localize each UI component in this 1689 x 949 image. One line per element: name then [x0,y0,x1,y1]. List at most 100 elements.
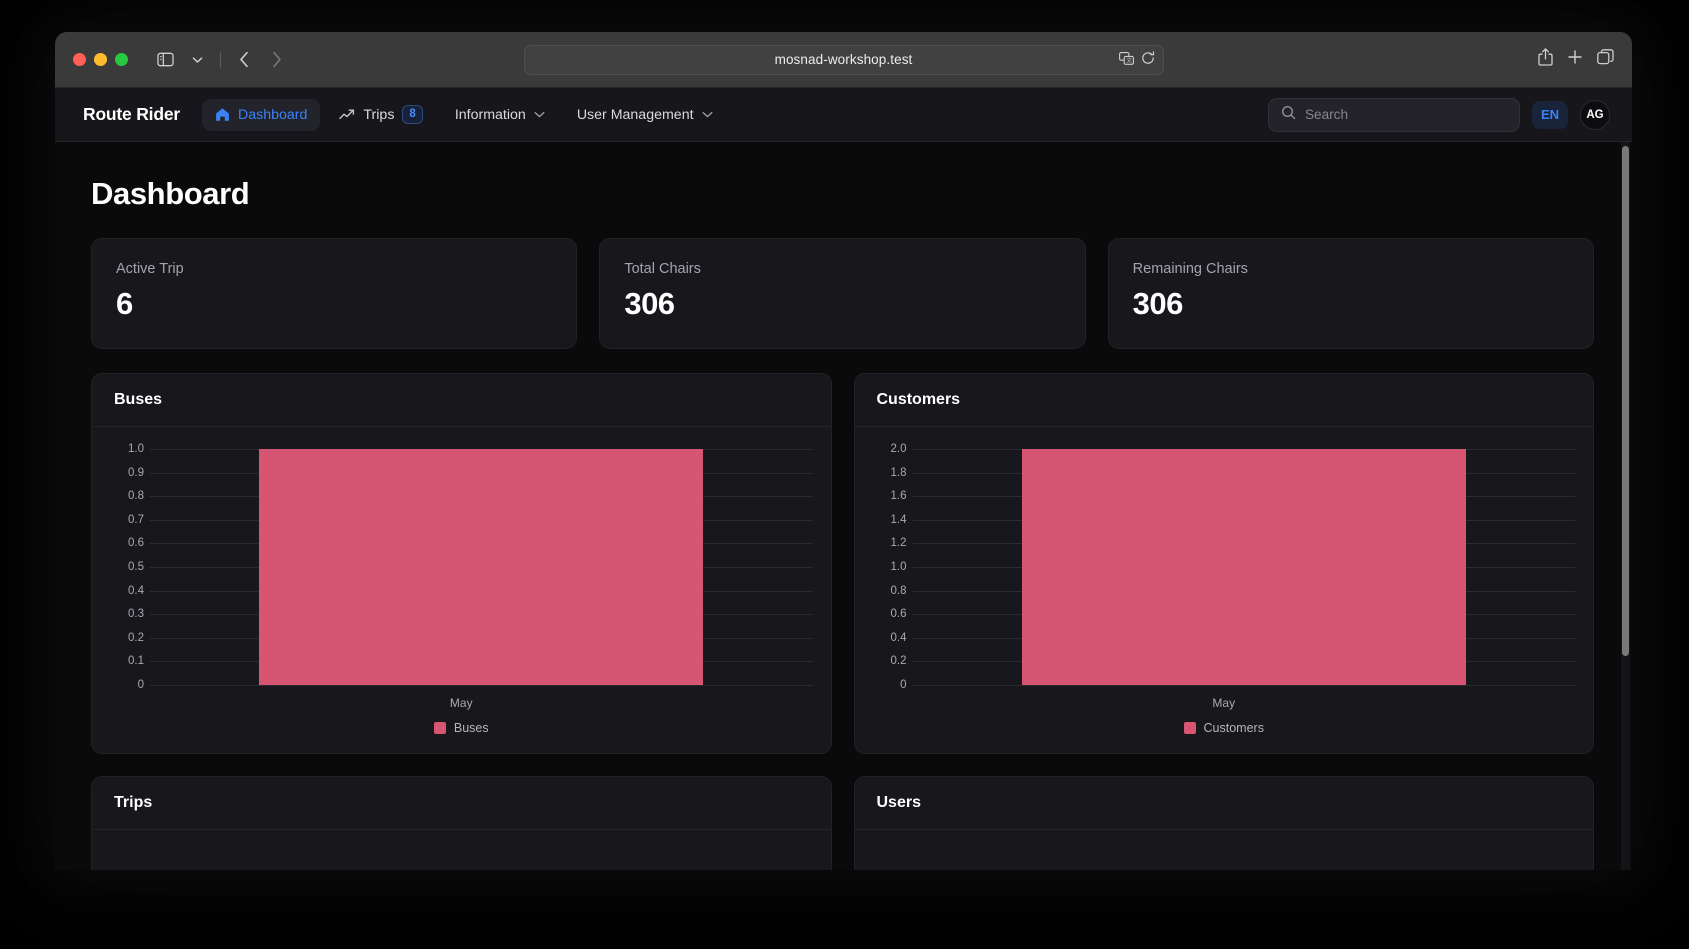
y-axis-tick: 0.6 [890,608,907,621]
y-axis-tick: 0.8 [890,584,907,597]
forward-arrow-icon [261,46,291,74]
maximize-window-button[interactable] [115,53,128,66]
stat-label: Active Trip [116,261,184,277]
trips-count-badge: 8 [402,105,423,124]
buses-bar-chart: 1.0 0.9 0.8 0.7 0.6 0.5 0.4 0.3 0.2 0.1 0 [110,443,813,691]
avatar[interactable]: AG [1580,99,1610,130]
page-title: Dashboard [91,176,250,211]
chevron-down-icon[interactable] [182,46,212,74]
trending-up-icon [339,108,355,122]
app-navbar: Route Rider Dashboard Trips 8 Informatio… [55,88,1632,142]
y-axis-tick: 0.7 [128,513,144,526]
nav-item-information-label: Information [454,106,526,123]
card-title: Customers [854,374,1593,427]
translate-icon[interactable]: 文 [1118,51,1134,68]
nav-item-information[interactable]: Information [442,99,558,131]
y-axis-tick: 0.6 [128,537,144,550]
window-traffic-lights[interactable] [73,53,128,66]
sidebar-icon[interactable] [150,46,180,74]
stat-label: Remaining Chairs [1132,261,1248,277]
stat-value: 306 [624,286,675,321]
chart-card-trips: Trips [91,776,832,870]
app-brand[interactable]: Route Rider [83,104,180,125]
browser-window: mosnad-workshop.test 文 Route Rider Dashb… [55,32,1632,870]
page-content: Dashboard Active Trip 6 Total Chairs 306… [55,142,1632,870]
card-body [92,830,831,870]
plot-area [912,449,1575,686]
stat-value: 306 [1132,286,1184,321]
legend-label[interactable]: Customers [1204,721,1264,735]
bottom-cards: Trips Users [91,776,1594,870]
y-axis-tick: 0.3 [128,608,144,621]
legend-label[interactable]: Buses [454,721,489,735]
bar[interactable] [1021,449,1466,685]
gridline [150,685,813,686]
plot-area [150,449,813,686]
main-navigation: Dashboard Trips 8 Information User Manag… [201,97,726,132]
card-title: Buses [92,374,831,427]
y-axis-tick: 1.0 [890,561,907,573]
stat-card-remaining-chairs: Remaining Chairs 306 [1107,238,1594,349]
scrollbar-thumb[interactable] [1622,146,1629,656]
desktop-background: mosnad-workshop.test 文 Route Rider Dashb… [0,0,1689,949]
search-icon [1281,105,1296,125]
chart-card-customers: Customers 2.0 1.8 1.6 1.4 1.2 1.0 0.8 0.6 0.4 0.2… [853,373,1594,754]
chevron-down-icon [702,111,713,118]
y-axis-tick: 0.8 [128,490,144,503]
close-window-button[interactable] [73,53,86,66]
search-input[interactable] [1304,107,1507,122]
chart-legend: Buses [110,721,813,735]
y-axis-tick: 1.6 [890,490,907,503]
share-icon[interactable] [1538,48,1553,71]
y-axis-tick: 0.5 [128,561,144,573]
y-axis-tick: 2.0 [890,443,907,455]
y-axis-tick: 1.8 [890,466,907,479]
y-axis-tick: 0.2 [128,631,144,644]
nav-item-trips[interactable]: Trips 8 [326,97,435,132]
y-axis-tick: 0 [137,679,144,691]
customers-bar-chart: 2.0 1.8 1.6 1.4 1.2 1.0 0.8 0.6 0.4 0.2 0 [873,443,1575,691]
card-body [855,830,1594,870]
toolbar-divider [220,51,221,68]
stat-card-active-trip: Active Trip 6 [91,238,578,349]
nav-item-user-management[interactable]: User Management [564,99,726,131]
y-axis-tick: 0.2 [890,655,907,668]
back-arrow-icon[interactable] [229,46,259,74]
home-icon [215,107,230,122]
stat-label: Total Chairs [624,261,701,277]
address-bar[interactable]: mosnad-workshop.test 文 [523,44,1164,75]
web-app: Route Rider Dashboard Trips 8 Informatio… [55,88,1632,870]
plus-icon[interactable] [1567,49,1583,70]
nav-item-dashboard-label: Dashboard [237,106,308,123]
nav-item-dashboard[interactable]: Dashboard [201,98,321,131]
legend-swatch [1183,722,1196,734]
y-axis-tick: 0 [900,679,907,691]
legend-swatch [433,722,446,734]
chart-cards: Buses 1.0 0.9 0.8 0.7 0.6 0.5 0.4 0.3 0.2 0.1 0 Ma… [91,373,1594,754]
search-box[interactable] [1267,97,1520,132]
svg-text:文: 文 [1126,56,1132,64]
nav-item-user-management-label: User Management [576,106,694,123]
card-title: Users [854,777,1593,830]
y-axis-tick: 0.4 [890,631,907,644]
stat-value: 6 [116,286,133,321]
minimize-window-button[interactable] [94,53,107,66]
y-axis-tick: 1.2 [890,537,907,550]
browser-toolbar: mosnad-workshop.test 文 [55,32,1632,88]
x-axis-label: May [449,696,473,710]
y-axis-tick: 1.4 [890,513,907,526]
y-axis: 2.0 1.8 1.6 1.4 1.2 1.0 0.8 0.6 0.4 0.2 0 [873,443,913,691]
y-axis: 1.0 0.9 0.8 0.7 0.6 0.5 0.4 0.3 0.2 0.1 0 [110,443,150,691]
gridline [912,685,1575,686]
language-switcher[interactable]: EN [1531,100,1568,129]
reload-icon[interactable] [1141,51,1155,68]
bar[interactable] [259,449,704,685]
nav-item-trips-label: Trips [363,106,395,123]
chart-legend: Customers [873,721,1576,735]
chart-card-users: Users [853,776,1594,870]
chevron-down-icon [534,111,545,118]
y-axis-tick: 0.4 [128,584,144,597]
tab-overview-icon[interactable] [1597,49,1614,70]
y-axis-tick: 0.9 [128,466,144,479]
chart-card-buses: Buses 1.0 0.9 0.8 0.7 0.6 0.5 0.4 0.3 0.2 0.1 0 Ma… [91,373,832,754]
